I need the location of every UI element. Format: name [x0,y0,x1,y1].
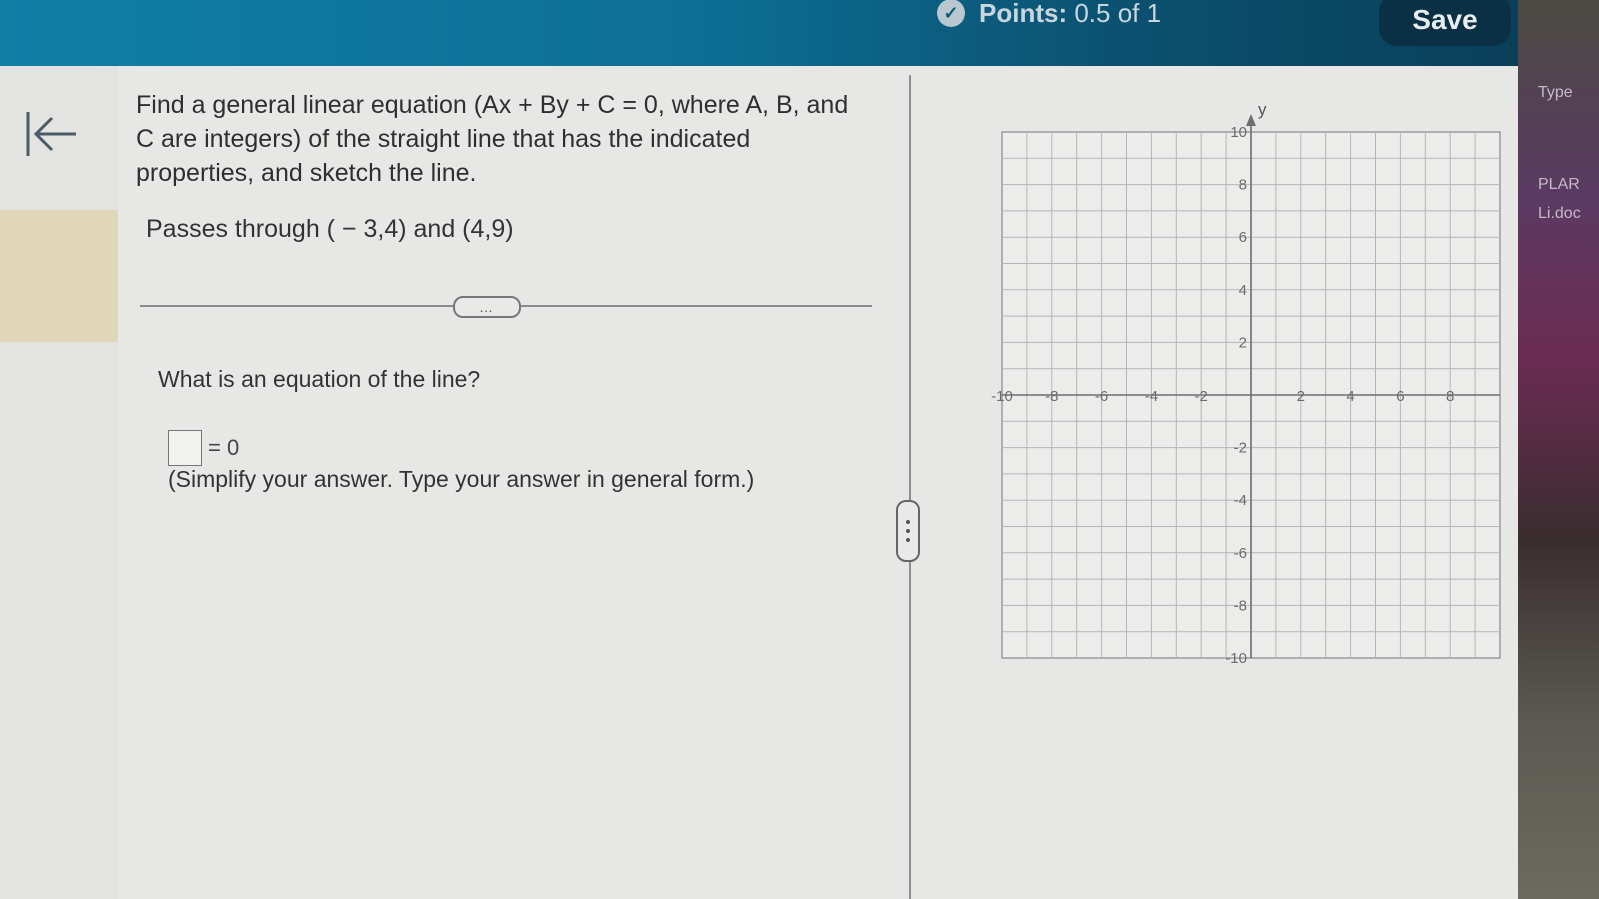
side-item-type[interactable]: Type [1538,84,1573,102]
y-tick-label: -8 [1234,597,1247,614]
question-text: Find a general linear equation (Ax + By … [136,91,849,187]
pane-divider [909,75,911,899]
partial-credit-icon: ✓ [937,0,965,27]
x-tick-label: 6 [1396,388,1404,405]
answer-input[interactable] [168,430,202,466]
x-tick-label: 8 [1446,388,1454,405]
y-axis-arrow [1246,114,1256,126]
answer-hint: (Simplify your answer. Type your answer … [168,466,755,492]
y-tick-label: -4 [1234,492,1247,509]
y-tick-label: -10 [1225,650,1247,667]
top-bar: ✓ Points: 0.5 of 1 Save [0,0,1540,66]
pane-resize-handle[interactable] [896,500,920,562]
coordinate-graph[interactable]: -10 -8 -6 -4 -2 2 4 6 8 10 8 6 4 2 -2 -4 -6 -8 -10 [990,98,1522,670]
x-tick-label: 4 [1346,388,1354,405]
back-to-start-icon[interactable] [24,108,80,160]
side-item-doc[interactable]: Li.doc [1538,205,1581,223]
y-tick-label: 8 [1239,177,1247,194]
points-indicator: ✓ Points: 0.5 of 1 [937,0,1161,29]
answer-prompt: What is an equation of the line? [158,366,481,392]
y-tick-label: 4 [1239,282,1247,299]
x-tick-label: 2 [1297,388,1305,405]
more-button[interactable]: … [453,296,521,318]
side-panel: Type PLAR Li.doc [1518,0,1599,899]
equals-zero: = 0 [208,435,240,460]
given-points: Passes through ( − 3,4) and (4,9) [146,215,514,243]
x-tick-label: -4 [1145,388,1158,405]
y-tick-label: 6 [1239,229,1247,246]
x-tick-label: -2 [1195,388,1208,405]
graph-svg[interactable]: -10 -8 -6 -4 -2 2 4 6 8 10 8 6 4 2 -2 -4 -6 -8 -10 [990,98,1522,670]
answer-row: = 0 [168,430,239,466]
side-item-plar[interactable]: PLAR [1538,176,1580,194]
y-tick-label: 2 [1239,334,1247,351]
left-highlight [0,210,118,342]
x-tick-label: -6 [1095,388,1108,405]
left-strip [0,66,118,899]
y-axis-label: y [1258,100,1267,119]
y-tick-label: -6 [1234,545,1247,562]
x-tick-label: -8 [1045,388,1058,405]
y-tick-label: 10 [1230,124,1247,141]
y-tick-label: -2 [1234,440,1247,457]
points-label: Points: 0.5 of 1 [979,0,1161,29]
save-button[interactable]: Save [1379,0,1511,46]
points-value: 0.5 of 1 [1074,0,1162,28]
x-tick-label: -10 [991,388,1013,405]
